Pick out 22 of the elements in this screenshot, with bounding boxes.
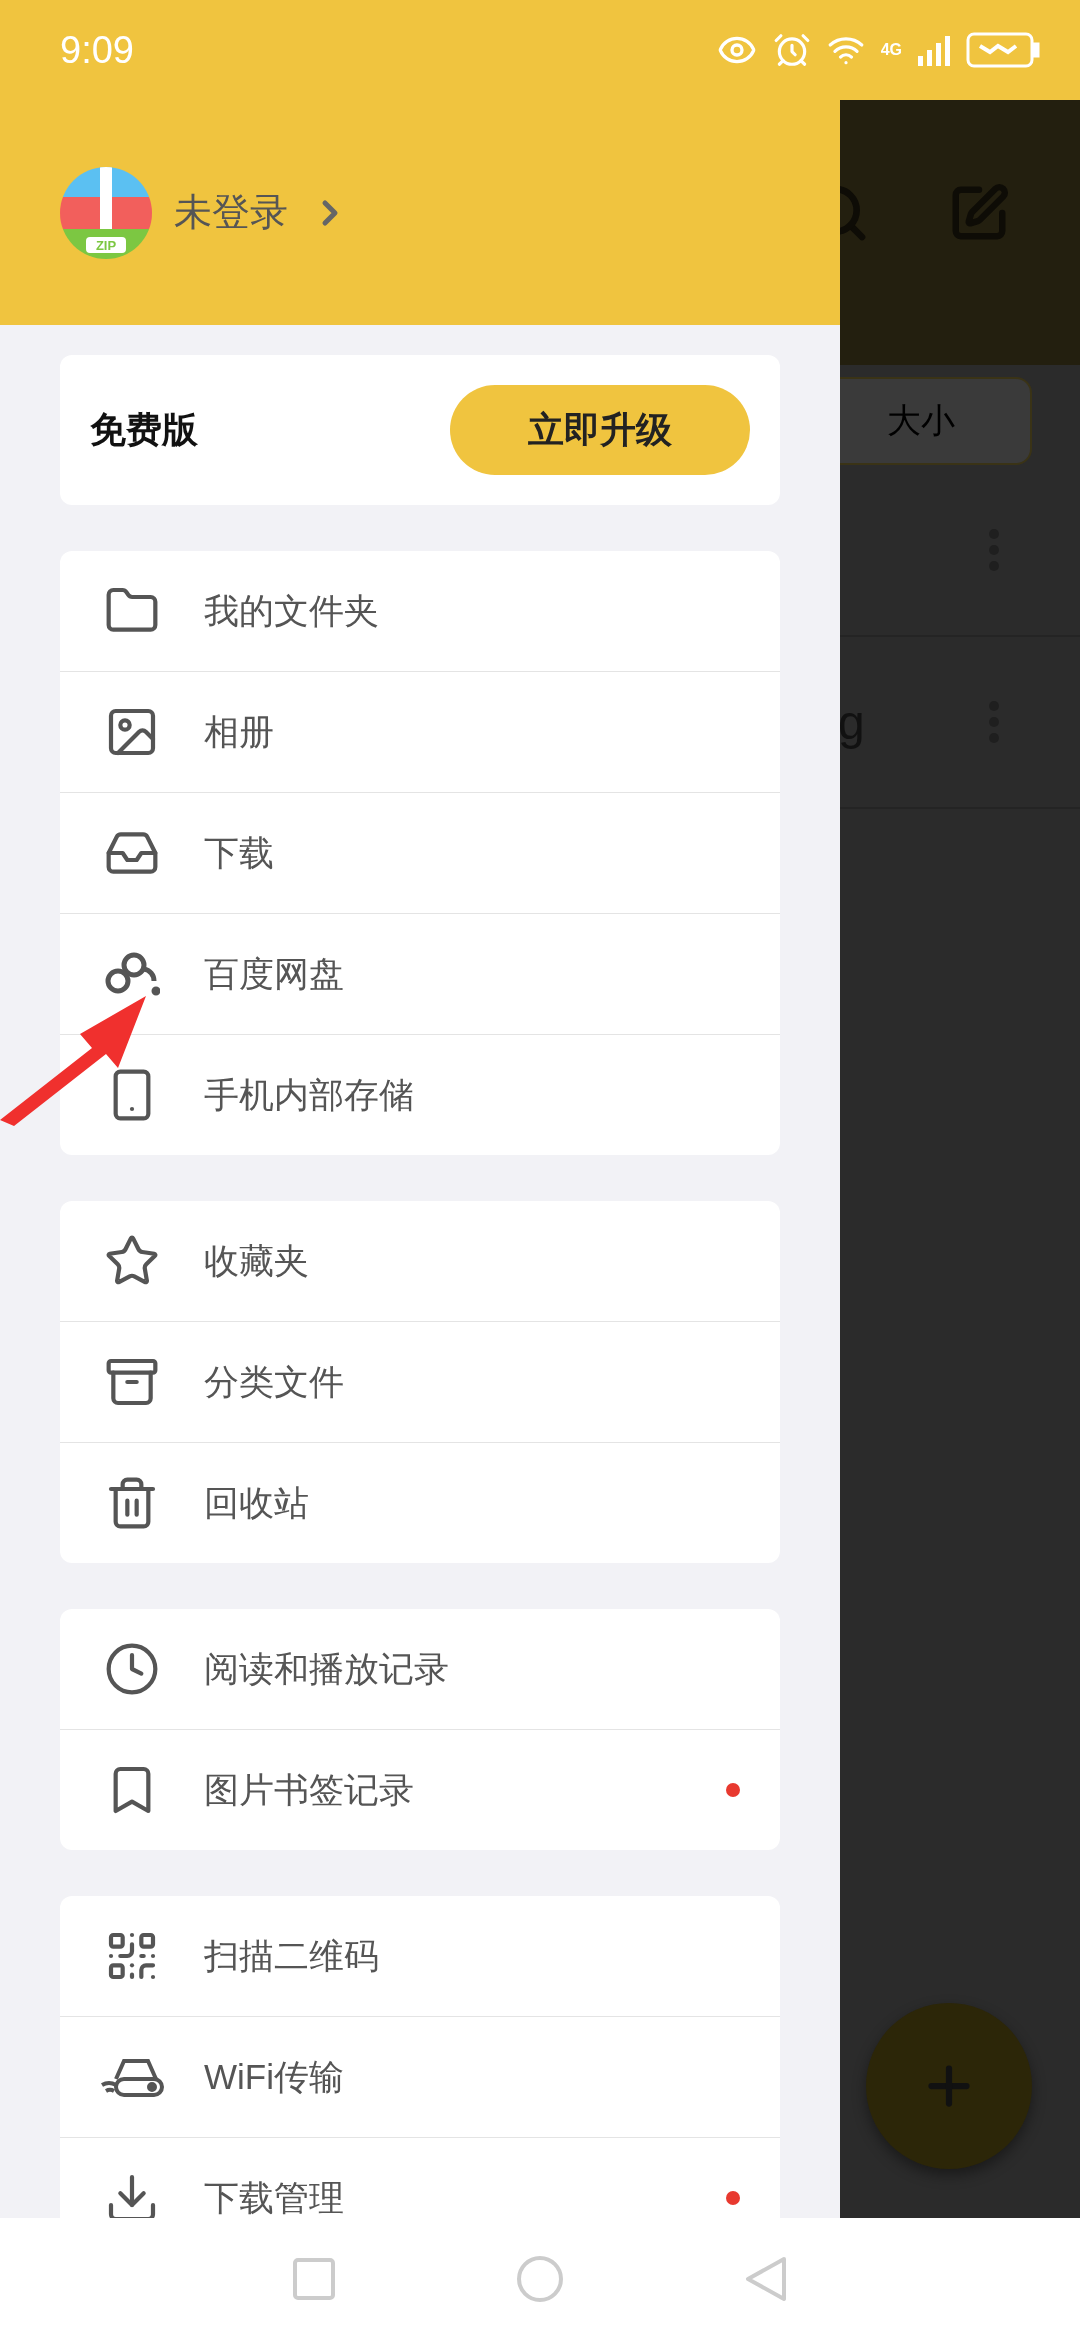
clock-icon (104, 1641, 160, 1697)
battery-icon (966, 32, 1040, 68)
menu-item[interactable]: 我的文件夹 (60, 551, 780, 671)
status-time: 9:09 (60, 28, 134, 72)
plan-label: 免费版 (90, 407, 198, 452)
home-icon[interactable] (516, 2255, 564, 2303)
recents-icon[interactable] (292, 2257, 336, 2301)
login-status[interactable]: 未登录 (174, 187, 288, 238)
menu-item[interactable]: 相册 (60, 671, 780, 792)
menu-item[interactable]: 分类文件 (60, 1321, 780, 1442)
menu-item[interactable]: 回收站 (60, 1442, 780, 1563)
upgrade-button[interactable]: 立即升级 (450, 385, 750, 475)
alarm-icon (772, 31, 811, 69)
back-icon[interactable] (744, 2255, 788, 2303)
network-type: 4G (880, 41, 902, 59)
menu-item[interactable]: 阅读和播放记录 (60, 1609, 780, 1729)
menu-item[interactable]: 扫描二维码 (60, 1896, 780, 2016)
menu-item[interactable]: 图片书签记录 (60, 1729, 780, 1850)
signal-icon (918, 34, 950, 66)
menu-item[interactable]: 收藏夹 (60, 1201, 780, 1321)
menu-item[interactable]: WiFi传输 (60, 2016, 780, 2137)
menu-item[interactable]: 下载 (60, 792, 780, 913)
